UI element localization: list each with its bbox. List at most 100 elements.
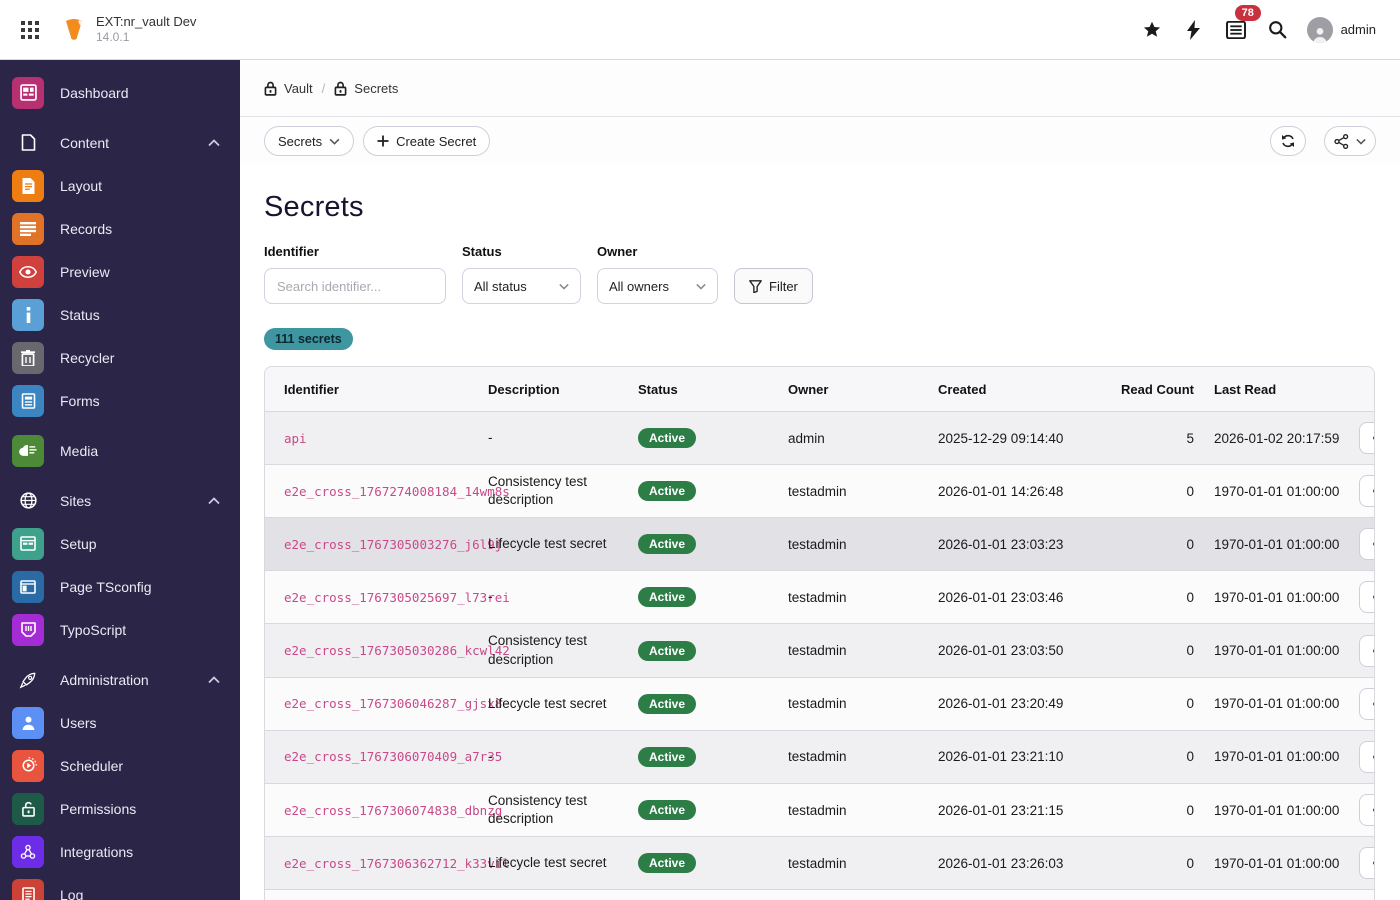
cell-identifier[interactable]: e2e_cross_1767274008184_14wm8s	[284, 484, 510, 499]
eye-icon	[1372, 541, 1374, 547]
create-secret-button[interactable]: Create Secret	[363, 126, 491, 156]
sidebar-item-scheduler[interactable]: Scheduler	[0, 744, 240, 787]
sidebar-item-users[interactable]: Users	[0, 701, 240, 744]
sidebar-item-label: Log	[60, 886, 84, 900]
eye-icon	[1372, 488, 1374, 494]
sidebar-item-label: Media	[60, 442, 99, 459]
view-secret-button[interactable]	[1359, 634, 1374, 667]
chevron-up-icon[interactable]	[208, 496, 220, 505]
cell-created: 2026-01-01 23:21:15	[938, 802, 1064, 818]
sidebar-item-records[interactable]: Records	[0, 207, 240, 250]
eye-icon	[1372, 701, 1374, 707]
status-badge: Active	[638, 853, 697, 874]
cell-identifier[interactable]: api	[284, 431, 488, 446]
breadcrumb-item-vault[interactable]: Vault	[284, 81, 313, 96]
filter-button[interactable]: Filter	[734, 268, 813, 304]
avatar	[1306, 16, 1333, 43]
sidebar-item-preview[interactable]: Preview	[0, 250, 240, 293]
breadcrumb-item-secrets[interactable]: Secrets	[354, 81, 398, 96]
status-icon	[12, 298, 44, 331]
identifier-search-input[interactable]	[264, 268, 446, 304]
cell-read-count: 0	[1186, 643, 1194, 659]
col-header-owner: Owner	[788, 381, 829, 397]
sidebar-item-layout[interactable]: Layout	[0, 164, 240, 207]
view-secret-button[interactable]	[1359, 422, 1374, 454]
dashboard-icon	[12, 76, 44, 109]
eye-icon	[1372, 807, 1374, 813]
sidebar-item-sites[interactable]: Sites	[0, 479, 240, 522]
eye-icon	[1372, 594, 1374, 600]
cell-identifier[interactable]: e2e_cross_1767306362712_k33vil	[284, 856, 510, 871]
col-header-identifier: Identifier	[284, 381, 339, 397]
sidebar-item-dashboard[interactable]: Dashboard	[0, 71, 240, 114]
cell-created: 2025-12-29 09:14:40	[938, 430, 1064, 446]
sidebar-item-setup[interactable]: Setup	[0, 522, 240, 565]
cell-read-count: 0	[1186, 802, 1194, 818]
view-secret-button[interactable]	[1359, 847, 1374, 880]
search-icon[interactable]	[1261, 13, 1295, 47]
opened-documents-icon[interactable]: 78	[1219, 4, 1261, 47]
sidebar-item-media[interactable]: Media	[0, 429, 240, 472]
module-menu-toggle-icon[interactable]	[16, 16, 44, 44]
flush-cache-icon[interactable]	[1177, 13, 1211, 47]
sidebar-item-recycler[interactable]: Recycler	[0, 336, 240, 379]
cell-status: Active	[638, 481, 788, 502]
cell-identifier[interactable]: e2e_cross_1767306070409_a7r35	[284, 749, 502, 764]
cell-identifier[interactable]: e2e_cross_1767306046287_gjsx8	[284, 696, 502, 711]
page-tsconfig-icon	[12, 570, 44, 603]
sidebar-item-permissions[interactable]: Permissions	[0, 787, 240, 830]
col-header-description: Description	[488, 381, 560, 397]
setup-icon	[12, 527, 44, 560]
view-secret-button[interactable]	[1359, 528, 1374, 561]
sidebar-item-page-tsconfig[interactable]: Page TSconfig	[0, 565, 240, 608]
sidebar-item-administration[interactable]: Administration	[0, 658, 240, 701]
sidebar-item-typoscript[interactable]: TypoScript	[0, 608, 240, 651]
sidebar-item-label: Forms	[60, 392, 100, 409]
cell-created: 2026-01-01 23:21:10	[938, 749, 1064, 765]
cell-identifier[interactable]: e2e_cross_1767305003276_j6l9j	[284, 537, 502, 552]
module-select-button[interactable]: Secrets	[264, 126, 355, 156]
cell-status: Active	[638, 587, 788, 608]
sidebar-item-log[interactable]: Log	[0, 873, 240, 900]
sidebar-item-status[interactable]: Status	[0, 293, 240, 336]
share-dropdown-button[interactable]	[1324, 126, 1376, 156]
col-header-last-read: Last Read	[1214, 381, 1277, 397]
cell-identifier[interactable]: e2e_cross_1767305025697_l73rei	[284, 590, 510, 605]
cell-last-read: 1970-01-01 01:00:00	[1214, 643, 1340, 659]
view-secret-button[interactable]	[1359, 581, 1374, 614]
sidebar-item-forms[interactable]: Forms	[0, 379, 240, 422]
cell-identifier[interactable]: e2e_cross_1767306074838_dbnzg	[284, 803, 502, 818]
plus-icon	[377, 135, 389, 147]
view-secret-button[interactable]	[1359, 687, 1374, 720]
share-icon	[1334, 133, 1349, 149]
cell-owner: testadmin	[788, 749, 847, 765]
cell-actions	[1343, 847, 1374, 880]
cell-created: 2026-01-01 23:20:49	[938, 696, 1064, 712]
bookmarks-icon[interactable]	[1135, 13, 1169, 47]
col-header-status: Status	[638, 381, 678, 397]
view-secret-button[interactable]	[1359, 740, 1374, 773]
table-row: e2e_cross_1767305025697_l73rei - Active tes…	[265, 570, 1374, 624]
sidebar-item-content[interactable]: Content	[0, 121, 240, 164]
app-brand[interactable]: EXT:nr_vault Dev 14.0.1	[62, 14, 196, 45]
cell-last-read: 1970-01-01 01:00:00	[1214, 696, 1340, 712]
docheader-toolbar: Secrets Create Secret	[240, 117, 1400, 165]
chevron-up-icon[interactable]	[208, 138, 220, 147]
reload-button[interactable]	[1270, 126, 1306, 156]
status-select[interactable]: All status	[462, 268, 581, 304]
owner-select[interactable]: All owners	[597, 268, 718, 304]
sidebar-item-label: Status	[60, 306, 100, 323]
chevron-up-icon[interactable]	[208, 675, 220, 684]
user-menu[interactable]: admin	[1303, 16, 1380, 43]
view-secret-button[interactable]	[1359, 794, 1374, 827]
view-secret-button[interactable]	[1359, 475, 1374, 508]
cell-last-read: 1970-01-01 01:00:00	[1214, 483, 1340, 499]
cell-identifier[interactable]: e2e_cross_1767305030286_kcwl42	[284, 643, 510, 658]
cell-actions	[1343, 422, 1374, 454]
cell-last-read: 1970-01-01 01:00:00	[1214, 855, 1340, 871]
module-select-label: Secrets	[278, 133, 323, 149]
cell-last-read: 1970-01-01 01:00:00	[1214, 536, 1340, 552]
sidebar-item-label: Recycler	[60, 349, 115, 366]
sidebar-item-integrations[interactable]: Integrations	[0, 830, 240, 873]
cell-owner: testadmin	[788, 536, 847, 552]
